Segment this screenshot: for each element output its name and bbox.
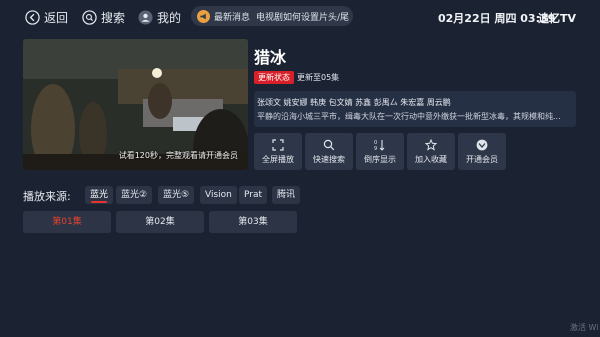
reverse-order-label: 倒序显示 — [364, 154, 396, 164]
episode-button[interactable]: 第03集 — [209, 211, 297, 233]
search-label: 搜索 — [101, 10, 126, 25]
star-icon — [425, 138, 437, 151]
source-tab-bluray-2[interactable]: 蓝光② — [116, 186, 153, 204]
show-title: 猎冰 — [254, 48, 287, 67]
description-box[interactable]: 张颂文 姚安娜 韩庚 包文婧 苏鑫 彭禺厶 朱宏嘉 周云鹏 平静的沿海小城三平市… — [254, 91, 576, 127]
source-tab-tencent[interactable]: 腾讯 — [272, 186, 301, 204]
quick-search-button[interactable]: 快速搜索 — [305, 133, 353, 170]
activation-watermark: 激活 Wi — [570, 323, 599, 332]
synopsis: 平静的沿海小城三平市，缉毒大队在一次行动中意外缴获一批新型冰毒，其规模和纯... — [257, 112, 561, 121]
back-label: 返回 — [44, 10, 69, 25]
quick-search-label: 快速搜索 — [313, 154, 345, 164]
notice-banner[interactable]: 最新消息 电视剧如何设置片头/尾 — [191, 6, 353, 26]
episode-button[interactable]: 第02集 — [116, 211, 204, 233]
search-icon — [323, 139, 335, 151]
back-icon — [24, 9, 40, 25]
vip-button[interactable]: 开通会员 — [458, 133, 506, 170]
favorite-button[interactable]: 加入收藏 — [407, 133, 455, 170]
detail-page: 返回 搜索 我的 最新消息 电视剧如何设置片头/尾 02月22日 周四 03:3… — [0, 0, 600, 337]
search-button[interactable]: 搜索 — [81, 7, 125, 27]
user-icon — [137, 9, 153, 25]
notice-tag: 最新消息 — [214, 12, 251, 23]
source-label: 播放来源: — [23, 190, 71, 203]
notice-text: 电视剧如何设置片头/尾 — [256, 12, 350, 23]
source-tab-bluray[interactable]: 蓝光 — [85, 186, 114, 204]
mine-button[interactable]: 我的 — [137, 7, 181, 27]
brand-logo: 追忆TV — [538, 12, 577, 25]
update-status: 更新至05集 — [297, 73, 340, 82]
episode-button[interactable]: 第01集 — [23, 211, 111, 233]
fullscreen-button[interactable]: 全屏播放 — [254, 133, 302, 170]
fullscreen-label: 全屏播放 — [262, 154, 294, 164]
cast-list: 张颂文 姚安娜 韩庚 包文婧 苏鑫 彭禺厶 朱宏嘉 周云鹏 — [257, 98, 451, 107]
source-tab-vision[interactable]: Vision — [200, 186, 237, 204]
megaphone-icon — [197, 9, 210, 23]
vip-icon — [476, 139, 488, 151]
status-badge: 更新状态 — [254, 71, 294, 84]
trial-notice: 试看120秒，完整观看请开通会员 — [118, 151, 238, 160]
source-tab-bluray-5[interactable]: 蓝光⑤ — [158, 186, 195, 204]
svg-text:9: 9 — [374, 146, 377, 151]
source-tab-prat[interactable]: Prat — [239, 186, 268, 204]
search-icon — [81, 9, 97, 25]
favorite-label: 加入收藏 — [415, 154, 447, 164]
mine-label: 我的 — [157, 10, 182, 25]
fullscreen-icon — [272, 138, 284, 151]
reverse-order-button[interactable]: 09 倒序显示 — [356, 133, 404, 170]
top-bar: 返回 搜索 我的 最新消息 电视剧如何设置片头/尾 02月22日 周四 03:3… — [0, 0, 600, 34]
video-player[interactable]: 试看120秒，完整观看请开通会员 — [23, 39, 248, 170]
sort-icon: 09 — [374, 139, 386, 151]
back-button[interactable]: 返回 — [24, 7, 68, 27]
vip-label: 开通会员 — [466, 154, 498, 164]
